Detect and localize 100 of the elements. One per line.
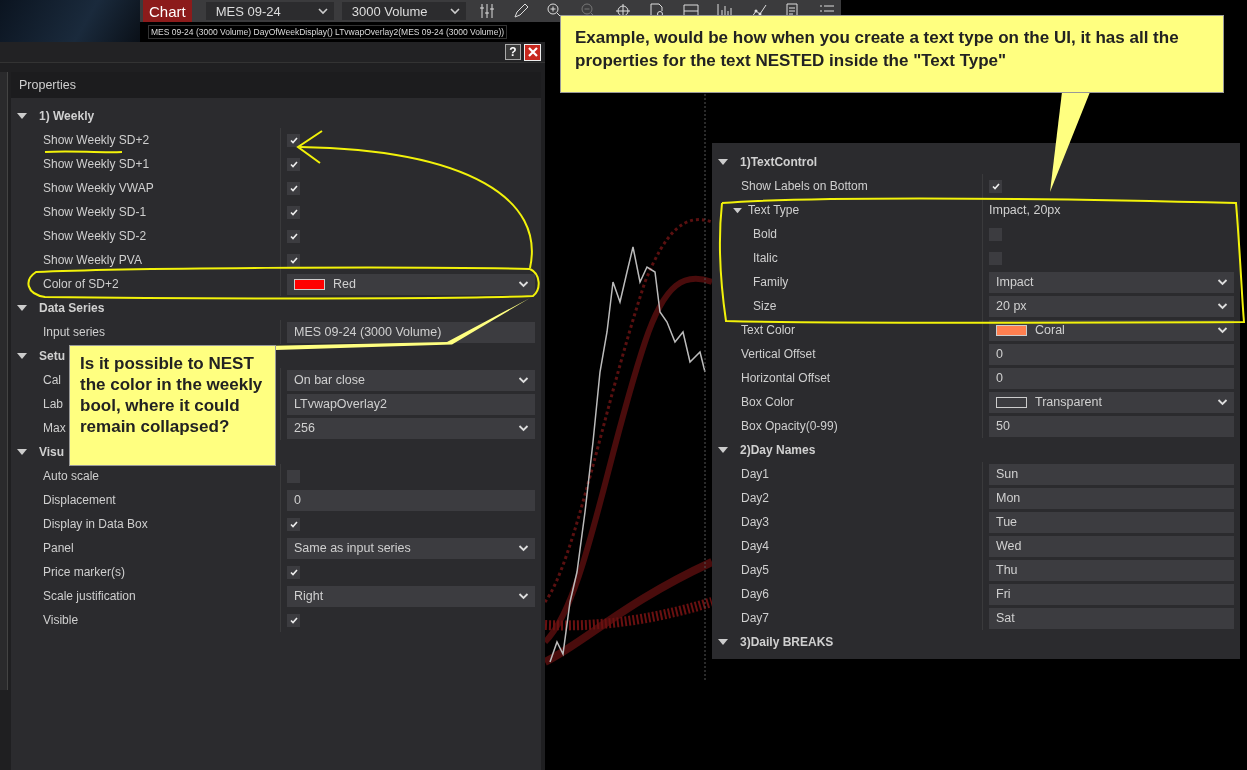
dropdown[interactable]: Impact: [989, 271, 1234, 293]
chevron-down-icon: [449, 7, 460, 15]
help-button[interactable]: ?: [505, 44, 521, 60]
property-value: Impact, 20px: [989, 203, 1061, 217]
property-label: Scale justification: [43, 589, 136, 603]
check-icon: [289, 136, 298, 144]
chevron-down-icon: [1217, 398, 1228, 406]
zoom-in-icon[interactable]: [546, 3, 563, 19]
property-label: Italic: [753, 251, 778, 265]
chevron-down-icon: [518, 592, 529, 600]
property-label: Price marker(s): [43, 565, 125, 579]
property-label: Size: [753, 299, 777, 313]
checkbox[interactable]: [287, 565, 300, 579]
text-field[interactable]: Tue: [989, 511, 1234, 533]
property-label: Day6: [741, 587, 769, 601]
expand-triangle-icon[interactable]: [17, 304, 27, 312]
group-title: Data Series: [39, 301, 105, 315]
close-button[interactable]: [524, 43, 541, 61]
property-label: Day5: [741, 563, 769, 577]
group-title: 2)Day Names: [740, 443, 816, 457]
group-title: Setu: [39, 349, 65, 363]
chevron-down-icon: [317, 7, 328, 15]
text-field[interactable]: Fri: [989, 583, 1234, 605]
expand-triangle-icon[interactable]: [733, 206, 742, 214]
panel-header: Properties: [19, 78, 76, 92]
text-field[interactable]: 0: [287, 489, 535, 511]
expand-triangle-icon[interactable]: [17, 352, 27, 360]
checkbox[interactable]: [287, 205, 300, 219]
checkbox[interactable]: [287, 517, 300, 531]
checkbox[interactable]: [989, 179, 1002, 193]
property-label: Show Weekly SD+2: [43, 133, 150, 147]
property-label: Max: [43, 421, 66, 435]
property-label: Color of SD+2: [43, 277, 119, 291]
checkbox[interactable]: [287, 253, 300, 267]
expand-triangle-icon[interactable]: [718, 158, 728, 166]
text-field[interactable]: Wed: [989, 535, 1234, 557]
group-title: 3)Daily BREAKS: [740, 635, 834, 649]
property-label: Box Color: [741, 395, 794, 409]
property-label: Text Type: [748, 203, 800, 217]
check-icon: [289, 568, 298, 576]
chevron-down-icon: [518, 424, 529, 432]
dropdown[interactable]: 20 px: [989, 295, 1234, 317]
chevron-down-icon: [1217, 326, 1228, 334]
dropdown[interactable]: 256: [287, 417, 535, 439]
property-label: Text Color: [741, 323, 796, 337]
chevron-down-icon: [518, 376, 529, 384]
check-icon: [289, 184, 298, 192]
dropdown[interactable]: On bar close: [287, 369, 535, 391]
dropdown[interactable]: Same as input series: [287, 537, 535, 559]
expand-triangle-icon[interactable]: [718, 446, 728, 454]
instrument-dropdown[interactable]: MES 09-24: [205, 2, 334, 20]
chart-title: MES 09-24 (3000 Volume) DayOfWeekDisplay() LTvwapOverlay2(MES 09-24 (3000 Volume)): [148, 25, 508, 39]
check-icon: [289, 520, 298, 528]
text-field[interactable]: 0: [989, 343, 1234, 365]
checkbox[interactable]: [287, 157, 300, 171]
interval-dropdown[interactable]: 3000 Volume: [341, 2, 466, 20]
check-icon: [289, 160, 298, 168]
property-label: Day2: [741, 491, 769, 505]
callout-note: Is it possible to NEST the color in the weekly bool, where it could remain collapsed?: [69, 345, 276, 466]
property-label: Auto scale: [43, 469, 100, 483]
expand-triangle-icon[interactable]: [17, 112, 27, 120]
check-icon: [289, 256, 298, 264]
group-title: Visu: [39, 445, 65, 459]
property-label: Box Opacity(0-99): [741, 419, 838, 433]
checkbox[interactable]: [287, 133, 300, 147]
property-label: Input series: [43, 325, 106, 339]
text-field[interactable]: LTvwapOverlay2: [287, 393, 535, 415]
property-label: Panel: [43, 541, 74, 555]
text-field[interactable]: Sat: [989, 607, 1234, 629]
property-label: Day4: [741, 539, 769, 553]
text-field[interactable]: 50: [989, 415, 1234, 437]
text-field[interactable]: 0: [989, 367, 1234, 389]
check-icon: [289, 232, 298, 240]
checkbox[interactable]: [287, 181, 300, 195]
pencil-icon[interactable]: [512, 3, 529, 19]
text-field[interactable]: MES 09-24 (3000 Volume): [287, 321, 535, 343]
expand-triangle-icon[interactable]: [17, 448, 27, 456]
property-label: Display in Data Box: [43, 517, 148, 531]
expand-triangle-icon[interactable]: [718, 638, 728, 646]
property-label: Show Weekly SD+1: [43, 157, 150, 171]
color-dropdown[interactable]: Coral: [989, 319, 1234, 341]
chart-button[interactable]: Chart: [143, 0, 192, 22]
text-field[interactable]: Mon: [989, 487, 1234, 509]
check-icon: [289, 208, 298, 216]
chevron-down-icon: [1217, 278, 1228, 286]
checkbox[interactable]: [287, 613, 300, 627]
property-label: Visible: [43, 613, 79, 627]
text-field[interactable]: Sun: [989, 463, 1234, 485]
property-label: Show Weekly PVA: [43, 253, 142, 267]
checkbox[interactable]: [287, 229, 300, 243]
property-label: Family: [753, 275, 789, 289]
sliders-icon[interactable]: [478, 3, 495, 19]
text-field[interactable]: Thu: [989, 559, 1234, 581]
property-label: Day7: [741, 611, 769, 625]
color-dropdown[interactable]: Transparent: [989, 391, 1234, 413]
dropdown[interactable]: Right: [287, 585, 535, 607]
group-title: 1) Weekly: [39, 109, 95, 123]
close-icon: [527, 47, 538, 57]
color-dropdown[interactable]: Red: [287, 273, 535, 295]
chevron-down-icon: [518, 544, 529, 552]
